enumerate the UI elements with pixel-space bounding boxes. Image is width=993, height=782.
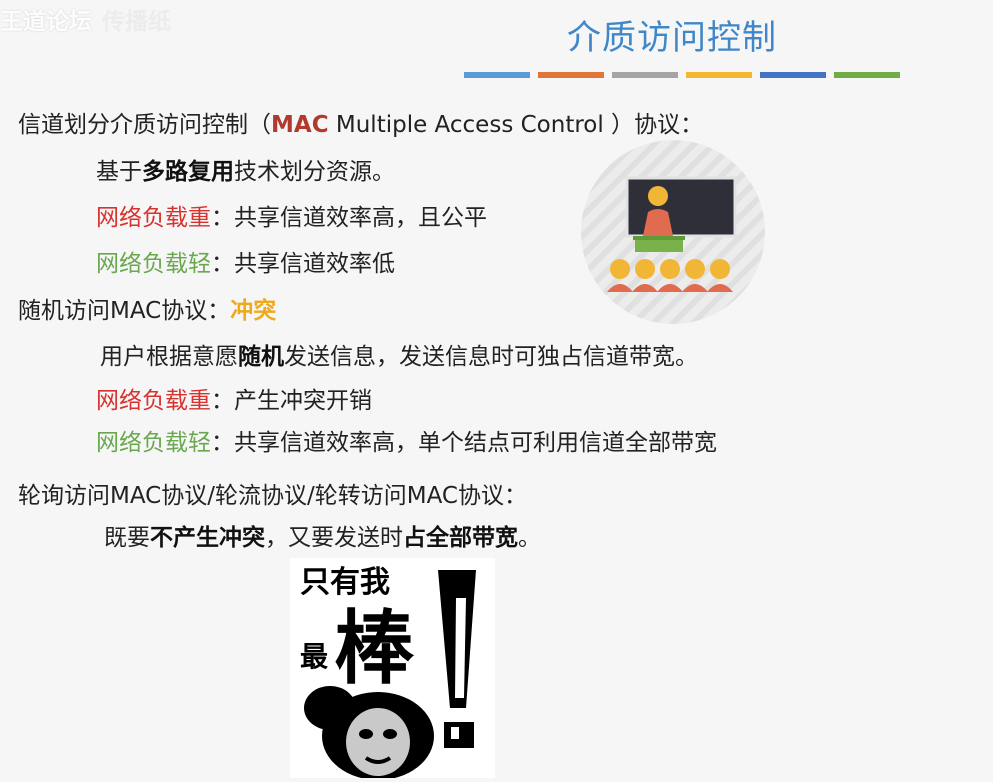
color-bar-segment	[538, 72, 604, 78]
section2-line2-text: ：产生冲突开销	[211, 388, 372, 414]
section1-heading-mac: MAC	[271, 112, 329, 138]
presentation-illustration	[575, 140, 770, 330]
section3-heading: 轮询访问MAC协议/轮流协议/轮转访问MAC协议：	[18, 483, 527, 509]
section2-line1: 用户根据意愿随机发送信息，发送信息时可独占信道带宽。	[100, 342, 698, 372]
light-load-label: 网络负载轻	[96, 251, 211, 277]
section3-line1: 既要不产生冲突，又要发送时占全部带宽。	[104, 523, 541, 553]
section2-line1-post: 发送信息，发送信息时可独占信道带宽。	[284, 344, 698, 370]
section2-line1-pre: 用户根据意愿	[100, 344, 238, 370]
section2-line3-text: ：共享信道效率高，单个结点可利用信道全部带宽	[211, 430, 717, 456]
section1-heading-english: Multiple Access Control ）	[328, 112, 635, 138]
heavy-load-label: 网络负载重	[96, 388, 211, 414]
heavy-load-label: 网络负载重	[96, 205, 211, 231]
section1-line1: 基于多路复用技术划分资源。	[96, 157, 395, 187]
section3-line1-post: 。	[518, 525, 541, 551]
color-bar-segment	[760, 72, 826, 78]
meme-small-char: 最	[300, 640, 328, 673]
section3-line1-pre: 既要	[104, 525, 150, 551]
section2-line2: 网络负载重：产生冲突开销	[96, 386, 372, 416]
color-bar-segment	[834, 72, 900, 78]
section1-line3-text: ：共享信道效率低	[211, 251, 395, 277]
watermark-main: 王道论坛	[0, 9, 92, 35]
watermark-faint: 传播纸	[102, 9, 171, 35]
section1-line1-post: 技术划分资源。	[234, 159, 395, 185]
section2-heading: 随机访问MAC协议：冲突	[18, 296, 276, 326]
meme-big-char: 棒	[334, 602, 415, 695]
section1-line3: 网络负载轻：共享信道效率低	[96, 249, 395, 279]
collision-tag: 冲突	[230, 298, 277, 324]
color-bar-segment	[612, 72, 678, 78]
section3-line1-mid: ，又要发送时	[265, 525, 403, 551]
meme-line1: 只有我	[300, 565, 390, 600]
section3-line1-bold: 不产生冲突	[150, 525, 265, 551]
color-bar-segment	[686, 72, 752, 78]
color-bar-segment	[464, 72, 530, 78]
section1-line1-bold: 多路复用	[142, 159, 234, 185]
slide-title: 介质访问控制	[567, 18, 777, 58]
section1-line2-text: ：共享信道效率高，且公平	[211, 205, 487, 231]
light-load-label: 网络负载轻	[96, 430, 211, 456]
section1-line1-pre: 基于	[96, 159, 142, 185]
section1-heading-suffix: 协议：	[634, 112, 704, 138]
section2-heading-text: 随机访问MAC协议：	[18, 298, 231, 324]
section2-line3: 网络负载轻：共享信道效率高，单个结点可利用信道全部带宽	[96, 428, 717, 458]
section1-heading-prefix: 信道划分介质访问控制（	[18, 112, 271, 138]
section2-line1-bold: 随机	[238, 344, 284, 370]
section1-line2: 网络负载重：共享信道效率高，且公平	[96, 203, 487, 233]
section3-line1-bold2: 占全部带宽	[403, 525, 518, 551]
section1-heading: 信道划分介质访问控制（MAC Multiple Access Control ）…	[18, 110, 703, 140]
meme-image: 只有我 最 棒	[290, 558, 495, 780]
watermark: 王道论坛 传播纸	[0, 2, 171, 36]
